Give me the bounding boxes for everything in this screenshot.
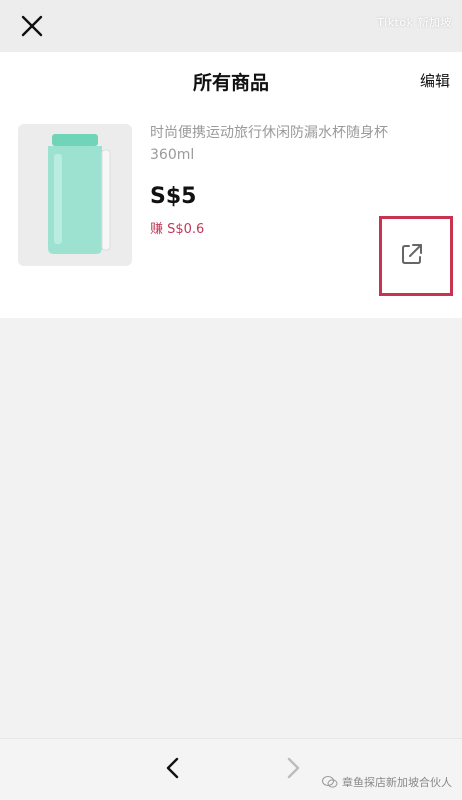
share-button[interactable] [398,240,426,268]
watermark-text: 章鱼探店新加坡合伙人 [342,776,452,789]
product-price: S$5 [150,184,197,209]
earn-commission: 赚 S$0.6 [150,222,205,237]
product-image[interactable] [18,124,132,266]
close-icon [21,15,43,37]
top-bar: Tiktok 新加坡 [0,0,462,52]
status-text: Tiktok 新加坡 [377,16,452,29]
bottom-nav-bar: 章鱼探店新加坡合伙人 [0,738,462,800]
close-button[interactable] [18,12,46,40]
watermark: 章鱼探店新加坡合伙人 [322,774,452,790]
chevron-left-icon [166,757,179,779]
water-bottle-icon [48,134,111,254]
chevron-right-icon [287,757,300,779]
edit-button[interactable]: 编辑 [420,70,450,91]
share-icon [402,244,422,264]
product-name[interactable]: 时尚便携运动旅行休闲防漏水杯随身杯360ml [150,122,420,166]
page-title: 所有商品 [192,72,269,94]
forward-button[interactable] [280,755,306,781]
page-header: 所有商品 编辑 [0,52,462,108]
wechat-icon [322,776,338,788]
product-card[interactable]: 时尚便携运动旅行休闲防漏水杯随身杯360ml S$5 赚 S$0.6 [0,108,462,318]
back-button[interactable] [160,755,186,781]
